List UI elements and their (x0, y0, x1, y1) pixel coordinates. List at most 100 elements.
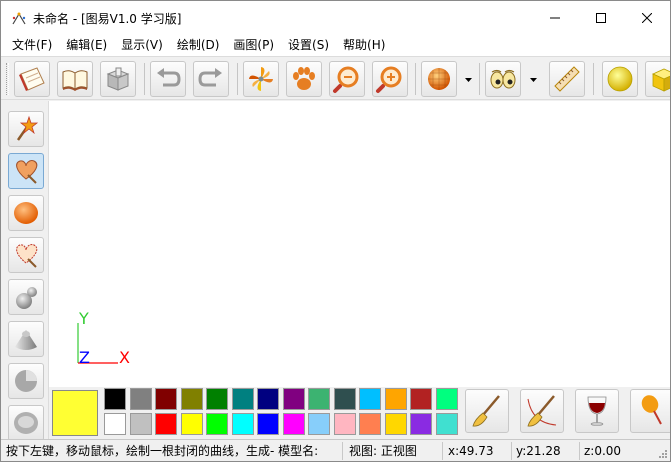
current-color-swatch[interactable] (52, 390, 98, 436)
view-dropdown[interactable] (528, 75, 538, 85)
minimize-button[interactable] (532, 1, 578, 34)
color-swatch[interactable] (410, 413, 432, 435)
save-button[interactable] (100, 61, 136, 97)
menu-draw[interactable]: 绘制(D) (170, 34, 227, 56)
status-view: 视图: 正视图 (349, 444, 417, 458)
shade-mode-button[interactable] (421, 61, 457, 97)
toolbar-grip[interactable] (6, 63, 9, 95)
yellow-sphere-icon (607, 66, 633, 92)
color-swatch[interactable] (104, 413, 126, 435)
brush-curve-button[interactable] (520, 389, 564, 433)
color-swatch[interactable] (435, 413, 458, 435)
color-swatch[interactable] (180, 413, 203, 435)
wine-glass-icon (587, 396, 607, 426)
color-swatch[interactable] (231, 388, 254, 410)
view-eyes-button[interactable] (485, 61, 521, 97)
color-swatch[interactable] (359, 388, 381, 410)
new-document-icon (19, 67, 45, 91)
paw-icon (293, 67, 315, 90)
menu-settings[interactable]: 设置(S) (281, 34, 336, 56)
dropdown-arrow-icon (464, 78, 472, 82)
color-swatch[interactable] (129, 413, 152, 435)
toolbar-separator (415, 63, 416, 95)
color-swatch[interactable] (308, 388, 330, 410)
ruler-button[interactable] (549, 61, 585, 97)
open-curve-icon (16, 244, 38, 268)
wine-glass-button[interactable] (575, 389, 619, 433)
zoom-in-icon (376, 66, 402, 93)
color-swatch[interactable] (257, 388, 279, 410)
status-divider (442, 442, 443, 460)
main-toolbar (1, 56, 670, 100)
zoom-out-button[interactable] (329, 61, 365, 97)
resize-grip-icon[interactable] (656, 447, 668, 459)
color-swatch[interactable] (104, 388, 126, 410)
x-axis-label: X (119, 348, 130, 367)
color-swatch[interactable] (180, 388, 203, 410)
ruler-icon (554, 66, 580, 92)
pie-button[interactable] (8, 363, 44, 399)
disk-button[interactable] (8, 405, 44, 439)
open-curve-button[interactable] (8, 237, 44, 273)
ice-cream-icon (641, 395, 662, 425)
toolbar-separator (144, 63, 145, 95)
color-swatch[interactable] (384, 413, 407, 435)
color-swatch[interactable] (410, 388, 432, 410)
brush-button[interactable] (465, 389, 509, 433)
ellipse-button[interactable] (8, 195, 44, 231)
gray-disk-icon (14, 412, 38, 434)
color-swatch[interactable] (333, 413, 356, 435)
shaded-sphere-icon (428, 68, 450, 90)
menu-paint[interactable]: 画图(P) (226, 34, 281, 56)
status-y: y:21.28 (516, 444, 561, 458)
status-message: 按下左键，移动鼠标，绘制一根封闭的曲线，生成- 模型名: (6, 444, 319, 458)
undo-button[interactable] (150, 61, 186, 97)
color-swatch[interactable] (206, 388, 228, 410)
color-swatch[interactable] (282, 413, 305, 435)
spheres-button[interactable] (8, 279, 44, 315)
zoom-in-button[interactable] (372, 61, 408, 97)
ice-cream-button[interactable] (630, 389, 670, 433)
menu-file[interactable]: 文件(F) (5, 34, 59, 56)
window-title: 未命名 - [图易V1.0 学习版] (33, 12, 182, 26)
color-swatch[interactable] (308, 413, 330, 435)
toolbar-separator (479, 63, 480, 95)
color-swatch[interactable] (257, 413, 279, 435)
drawing-canvas[interactable]: Y Z X (49, 101, 670, 387)
new-document-button[interactable] (14, 61, 50, 97)
color-swatch[interactable] (129, 388, 152, 410)
toolbar-separator (237, 63, 238, 95)
sphere-button[interactable] (602, 61, 638, 97)
color-swatch[interactable] (359, 413, 381, 435)
closed-curve-icon (16, 160, 38, 184)
redo-button[interactable] (193, 61, 229, 97)
color-swatch[interactable] (231, 413, 254, 435)
close-button[interactable] (624, 1, 670, 34)
open-button[interactable] (57, 61, 93, 97)
menu-view[interactable]: 显示(V) (114, 34, 170, 56)
maximize-icon (596, 12, 606, 23)
pinwheel-button[interactable] (243, 61, 279, 97)
cone-button[interactable] (8, 321, 44, 357)
menu-edit[interactable]: 编辑(E) (59, 34, 114, 56)
color-swatch[interactable] (333, 388, 356, 410)
status-divider (342, 442, 343, 460)
color-palette-bar (49, 387, 670, 439)
color-swatch[interactable] (384, 388, 407, 410)
closed-curve-button[interactable] (8, 153, 44, 189)
undo-icon (157, 68, 181, 87)
cube-button[interactable] (645, 61, 670, 97)
status-divider (511, 442, 512, 460)
menu-help[interactable]: 帮助(H) (336, 34, 392, 56)
color-swatch[interactable] (282, 388, 305, 410)
color-swatch[interactable] (155, 388, 177, 410)
eyes-icon (490, 69, 516, 89)
magic-wand-button[interactable] (8, 111, 44, 147)
color-swatch[interactable] (435, 388, 458, 410)
app-window: 未命名 - [图易V1.0 学习版] 文件(F) 编辑(E) 显示(V) 绘制(… (0, 0, 671, 462)
paw-button[interactable] (286, 61, 322, 97)
maximize-button[interactable] (578, 1, 624, 34)
shade-mode-dropdown[interactable] (463, 75, 473, 85)
color-swatch[interactable] (155, 413, 177, 435)
color-swatch[interactable] (206, 413, 228, 435)
